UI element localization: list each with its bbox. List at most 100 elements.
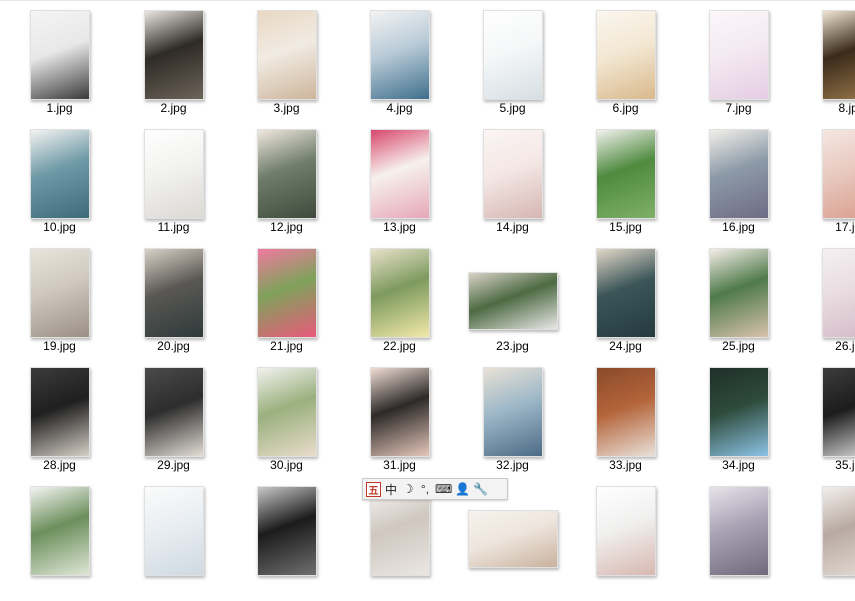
file-item[interactable]: 8.jpg bbox=[795, 6, 855, 125]
file-item[interactable]: 12.jpg bbox=[230, 125, 343, 244]
image-thumbnail[interactable] bbox=[30, 486, 90, 576]
file-item[interactable] bbox=[117, 482, 230, 601]
image-thumbnail[interactable] bbox=[370, 248, 430, 338]
ime-status-toolbar[interactable]: 五 中 ☽ °, ⌨ 👤 🔧 bbox=[362, 478, 508, 500]
ime-punctuation-toggle[interactable]: °, bbox=[418, 481, 432, 497]
file-name-label: 32.jpg bbox=[496, 458, 529, 472]
file-name-label: 6.jpg bbox=[612, 101, 639, 115]
file-item[interactable]: 20.jpg bbox=[117, 244, 230, 363]
image-thumbnail[interactable] bbox=[144, 367, 204, 457]
file-name-label: 23.jpg bbox=[496, 339, 529, 353]
image-thumbnail[interactable] bbox=[468, 272, 558, 330]
file-item[interactable]: 26.jpg bbox=[795, 244, 855, 363]
file-name-label: 7.jpg bbox=[725, 101, 752, 115]
image-thumbnail[interactable] bbox=[144, 248, 204, 338]
file-name-label: 25.jpg bbox=[722, 339, 755, 353]
file-item[interactable]: 34.jpg bbox=[682, 363, 795, 482]
image-thumbnail[interactable] bbox=[30, 10, 90, 100]
image-thumbnail[interactable] bbox=[370, 129, 430, 219]
file-item[interactable]: 35.jpg bbox=[795, 363, 855, 482]
image-thumbnail[interactable] bbox=[709, 248, 769, 338]
image-thumbnail[interactable] bbox=[144, 486, 204, 576]
image-thumbnail[interactable] bbox=[822, 486, 855, 576]
ime-logo-icon[interactable]: 五 bbox=[366, 481, 381, 497]
file-name-label: 21.jpg bbox=[270, 339, 303, 353]
file-item[interactable] bbox=[795, 482, 855, 601]
ime-settings-wrench-icon[interactable]: 🔧 bbox=[473, 481, 488, 497]
file-name-label: 11.jpg bbox=[157, 220, 190, 234]
image-thumbnail[interactable] bbox=[257, 129, 317, 219]
file-item[interactable] bbox=[3, 482, 116, 601]
file-item[interactable]: 5.jpg bbox=[456, 6, 569, 125]
file-item[interactable]: 24.jpg bbox=[569, 244, 682, 363]
file-item[interactable]: 25.jpg bbox=[682, 244, 795, 363]
file-item[interactable]: 10.jpg bbox=[3, 125, 116, 244]
image-thumbnail[interactable] bbox=[370, 367, 430, 457]
image-thumbnail[interactable] bbox=[257, 367, 317, 457]
file-name-label: 34.jpg bbox=[722, 458, 755, 472]
image-thumbnail[interactable] bbox=[822, 10, 855, 100]
file-item[interactable]: 33.jpg bbox=[569, 363, 682, 482]
image-thumbnail[interactable] bbox=[709, 129, 769, 219]
file-item[interactable] bbox=[230, 482, 343, 601]
file-item[interactable]: 31.jpg bbox=[343, 363, 456, 482]
ime-halfwidth-moon-icon[interactable]: ☽ bbox=[401, 481, 415, 497]
image-thumbnail[interactable] bbox=[596, 10, 656, 100]
image-thumbnail[interactable] bbox=[257, 248, 317, 338]
file-item[interactable]: 13.jpg bbox=[343, 125, 456, 244]
ime-user-icon[interactable]: 👤 bbox=[455, 481, 470, 497]
file-item[interactable]: 23.jpg bbox=[456, 244, 569, 363]
file-item[interactable]: 28.jpg bbox=[3, 363, 116, 482]
file-item[interactable]: 29.jpg bbox=[117, 363, 230, 482]
file-item[interactable] bbox=[569, 482, 682, 601]
image-thumbnail[interactable] bbox=[709, 367, 769, 457]
file-item[interactable]: 22.jpg bbox=[343, 244, 456, 363]
file-item[interactable]: 19.jpg bbox=[3, 244, 116, 363]
image-thumbnail[interactable] bbox=[483, 367, 543, 457]
image-thumbnail[interactable] bbox=[822, 367, 855, 457]
file-name-label: 10.jpg bbox=[43, 220, 76, 234]
image-thumbnail[interactable] bbox=[30, 248, 90, 338]
file-item[interactable]: 21.jpg bbox=[230, 244, 343, 363]
file-item[interactable]: 15.jpg bbox=[569, 125, 682, 244]
ime-keyboard-icon[interactable]: ⌨ bbox=[435, 481, 452, 497]
file-item[interactable]: 6.jpg bbox=[569, 6, 682, 125]
file-item[interactable]: 3.jpg bbox=[230, 6, 343, 125]
ime-chinese-mode-toggle[interactable]: 中 bbox=[384, 481, 398, 497]
image-thumbnail[interactable] bbox=[483, 129, 543, 219]
image-thumbnail[interactable] bbox=[596, 367, 656, 457]
file-item[interactable]: 14.jpg bbox=[456, 125, 569, 244]
file-item[interactable] bbox=[682, 482, 795, 601]
file-name-label: 14.jpg bbox=[496, 220, 529, 234]
image-thumbnail[interactable] bbox=[468, 510, 558, 568]
file-name-label: 31.jpg bbox=[383, 458, 416, 472]
image-thumbnail[interactable] bbox=[822, 129, 855, 219]
image-thumbnail[interactable] bbox=[483, 10, 543, 100]
image-thumbnail[interactable] bbox=[370, 10, 430, 100]
file-item[interactable]: 1.jpg bbox=[3, 6, 116, 125]
file-name-label: 1.jpg bbox=[46, 101, 73, 115]
image-thumbnail[interactable] bbox=[257, 486, 317, 576]
file-item[interactable]: 7.jpg bbox=[682, 6, 795, 125]
image-thumbnail[interactable] bbox=[596, 486, 656, 576]
file-item[interactable]: 11.jpg bbox=[117, 125, 230, 244]
image-thumbnail[interactable] bbox=[596, 248, 656, 338]
file-item[interactable]: 16.jpg bbox=[682, 125, 795, 244]
image-thumbnail[interactable] bbox=[144, 10, 204, 100]
image-thumbnail[interactable] bbox=[144, 129, 204, 219]
file-item[interactable]: 4.jpg bbox=[343, 6, 456, 125]
file-name-label: 2.jpg bbox=[160, 101, 187, 115]
file-name-label: 28.jpg bbox=[43, 458, 76, 472]
image-thumbnail[interactable] bbox=[257, 10, 317, 100]
file-item[interactable]: 30.jpg bbox=[230, 363, 343, 482]
image-thumbnail[interactable] bbox=[822, 248, 855, 338]
file-item[interactable]: 32.jpg bbox=[456, 363, 569, 482]
file-item[interactable]: 17.jpg bbox=[795, 125, 855, 244]
image-thumbnail[interactable] bbox=[596, 129, 656, 219]
image-thumbnail[interactable] bbox=[30, 129, 90, 219]
image-thumbnail[interactable] bbox=[709, 486, 769, 576]
image-thumbnail[interactable] bbox=[30, 367, 90, 457]
file-item[interactable]: 2.jpg bbox=[117, 6, 230, 125]
file-name-label: 19.jpg bbox=[43, 339, 76, 353]
image-thumbnail[interactable] bbox=[709, 10, 769, 100]
